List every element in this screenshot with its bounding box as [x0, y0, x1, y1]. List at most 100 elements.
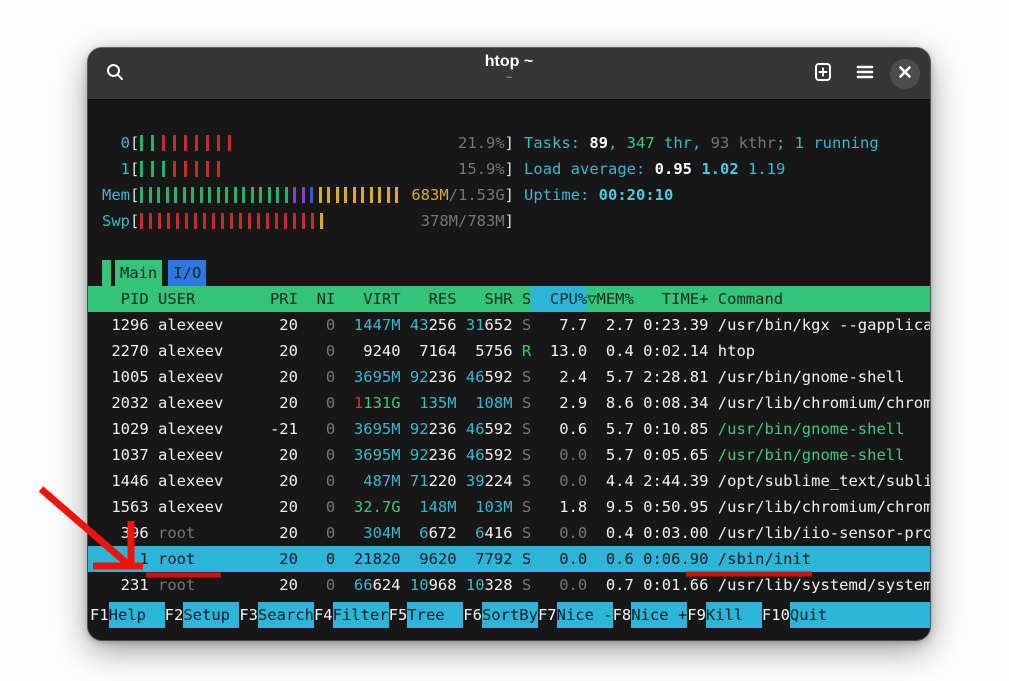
cell-pri: 20 [242, 546, 298, 572]
cell-virt: 21820 [335, 546, 400, 572]
fn-action-filter[interactable]: Filter [333, 602, 389, 628]
cell-res: 6672 [401, 520, 457, 546]
cell-cmd: /opt/sublime_text/sublim [708, 468, 930, 494]
column-header-user[interactable]: USER [149, 286, 242, 312]
tab-io[interactable]: I/O [168, 260, 206, 286]
column-header-time[interactable]: TIME+ [634, 286, 709, 312]
cell-cmd: /usr/lib/chromium/chromi [708, 390, 930, 416]
column-header-s[interactable]: S [513, 286, 532, 312]
search-button[interactable] [98, 57, 132, 91]
cell-user: alexeev [149, 364, 242, 390]
cell-virt: 1131G [335, 390, 400, 416]
fn-key-f3: F3 [239, 602, 258, 628]
cell-cpu: 0.0 [531, 442, 587, 468]
meter-cpu0: 0[21.9%] [102, 130, 514, 156]
cell-pid: 1037 [102, 442, 149, 468]
column-header-pid[interactable]: PID [102, 286, 149, 312]
cell-virt: 3695M [335, 442, 400, 468]
cell-time: 0:23.39 [634, 312, 709, 338]
cell-cmd: /usr/bin/kgx --gapplicat [708, 312, 930, 338]
process-row[interactable]: 396 root200304M66726416S0.0 0.40:03.00 /… [88, 520, 930, 546]
cell-res: 148M [401, 494, 457, 520]
fn-action-setup[interactable]: Setup [183, 602, 239, 628]
fn-action-sortby[interactable]: SortBy [482, 602, 538, 628]
process-row[interactable]: 2270 alexeev200924071645756R13.0 0.40:02… [88, 338, 930, 364]
cell-res: 92236 [401, 442, 457, 468]
meter-cpu1: 1[15.9%] [102, 156, 514, 182]
cell-shr: 10328 [457, 572, 513, 598]
process-row[interactable]: 1037 alexeev2003695M9223646592S0.0 5.70:… [88, 442, 930, 468]
tab-main[interactable]: Main [115, 260, 162, 286]
cell-pid: 1563 [102, 494, 149, 520]
process-row[interactable]: 1029 alexeev-2103695M9223646592S0.6 5.70… [88, 416, 930, 442]
fn-action-nice-[interactable]: Nice - [557, 602, 613, 628]
process-row[interactable]: 1296 alexeev2001447M4325631652S7.7 2.70:… [88, 312, 930, 338]
column-header-pri[interactable]: PRI [242, 286, 298, 312]
fn-action-search[interactable]: Search [258, 602, 314, 628]
column-header-virt[interactable]: VIRT [335, 286, 400, 312]
fn-key-f2: F2 [165, 602, 184, 628]
cell-pri: 20 [242, 364, 298, 390]
cell-shr: 6416 [457, 520, 513, 546]
cell-pid: 1446 [102, 468, 149, 494]
page: htop ~ ~ [0, 0, 1009, 681]
column-header-mem[interactable]: MEM% [597, 286, 634, 312]
fn-key-f1: F1 [90, 602, 109, 628]
cell-res: 7164 [401, 338, 457, 364]
cell-pri: 20 [242, 338, 298, 364]
cell-user: alexeev [149, 338, 242, 364]
cell-shr: 5756 [457, 338, 513, 364]
cell-pri: -21 [242, 416, 298, 442]
process-row-selected[interactable]: 1 root2002182096207792S0.0 0.60:06.90 /s… [88, 546, 930, 572]
new-tab-button[interactable] [806, 57, 840, 91]
process-row[interactable]: 1005 alexeev2003695M9223646592S2.4 5.72:… [88, 364, 930, 390]
cell-virt: 66624 [335, 572, 400, 598]
titlebar-buttons [806, 57, 920, 91]
menu-button[interactable] [848, 57, 882, 91]
cell-shr: 39224 [457, 468, 513, 494]
cell-s: R [513, 338, 532, 364]
cell-mem: 0.7 [597, 572, 634, 598]
cell-user: alexeev [149, 312, 242, 338]
cell-shr: 103M [457, 494, 513, 520]
cell-ni: 0 [298, 468, 335, 494]
column-header-ni[interactable]: NI [298, 286, 335, 312]
fn-action-kill[interactable]: Kill [706, 602, 762, 628]
cell-ni: 0 [298, 442, 335, 468]
cell-virt: 32.7G [335, 494, 400, 520]
cell-user: alexeev [149, 416, 242, 442]
blank-line [88, 234, 930, 260]
cell-time: 0:01.66 [634, 572, 709, 598]
fn-action-help[interactable]: Help [109, 602, 165, 628]
tab-lead-block [102, 260, 111, 286]
window-subtitle: ~ [88, 72, 930, 84]
cell-shr: 7792 [457, 546, 513, 572]
fn-bar-filler [846, 602, 930, 628]
column-header-cmd[interactable]: Command [708, 286, 930, 312]
menu-icon [854, 61, 876, 86]
cell-cpu: 0.0 [531, 468, 587, 494]
cell-user: root [149, 572, 242, 598]
cell-mem: 4.4 [597, 468, 634, 494]
cell-cpu: 0.0 [531, 520, 587, 546]
fn-action-tree[interactable]: Tree [407, 602, 463, 628]
cell-time: 0:05.65 [634, 442, 709, 468]
cell-s: S [513, 546, 532, 572]
fn-action-quit[interactable]: Quit [790, 602, 846, 628]
process-row[interactable]: 1563 alexeev20032.7G148M103MS1.8 9.50:50… [88, 494, 930, 520]
cell-cmd: /usr/bin/gnome-shell [708, 416, 930, 442]
process-row[interactable]: 2032 alexeev2001131G135M108MS2.9 8.60:08… [88, 390, 930, 416]
process-row[interactable]: 1446 alexeev200487M7122039224S0.0 4.42:4… [88, 468, 930, 494]
column-header-cpu[interactable]: CPU% [531, 286, 587, 312]
column-header-shr[interactable]: SHR [457, 286, 513, 312]
fn-key-f9: F9 [687, 602, 706, 628]
cell-res: 43256 [401, 312, 457, 338]
close-button[interactable] [890, 59, 920, 89]
cell-pid: 231 [102, 572, 149, 598]
fn-action-nice-[interactable]: Nice + [631, 602, 687, 628]
cell-shr: 31652 [457, 312, 513, 338]
process-row[interactable]: 231 root200666241096810328S0.0 0.70:01.6… [88, 572, 930, 598]
cell-cpu: 0.0 [531, 572, 587, 598]
column-header-res[interactable]: RES [401, 286, 457, 312]
meter-value: 15.9% [458, 156, 505, 182]
